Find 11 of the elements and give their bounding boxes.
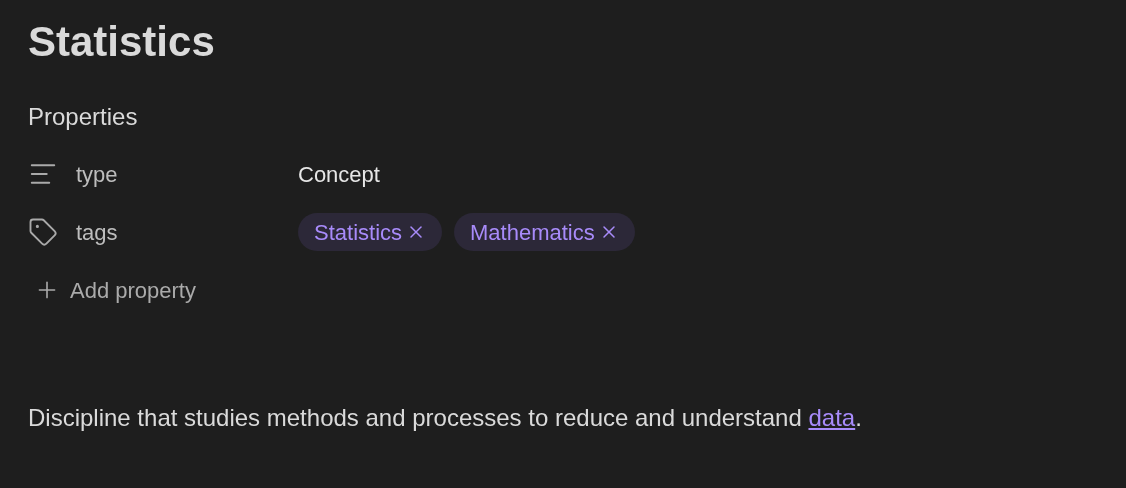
property-name[interactable]: tags <box>76 215 118 249</box>
property-name[interactable]: type <box>76 157 118 191</box>
tag-icon <box>28 217 58 247</box>
tag-chip[interactable]: Statistics <box>298 213 443 251</box>
property-value[interactable]: Concept <box>298 157 380 191</box>
page-title: Statistics <box>28 17 215 67</box>
description-paragraph: Discipline that studies methods and processes to reduce and understand data. <box>28 403 862 433</box>
properties-heading: Properties <box>28 102 138 132</box>
tag-chip[interactable]: Mathematics <box>454 213 635 251</box>
add-property-button[interactable]: Add property <box>34 268 196 312</box>
data-link[interactable]: data <box>808 404 856 431</box>
